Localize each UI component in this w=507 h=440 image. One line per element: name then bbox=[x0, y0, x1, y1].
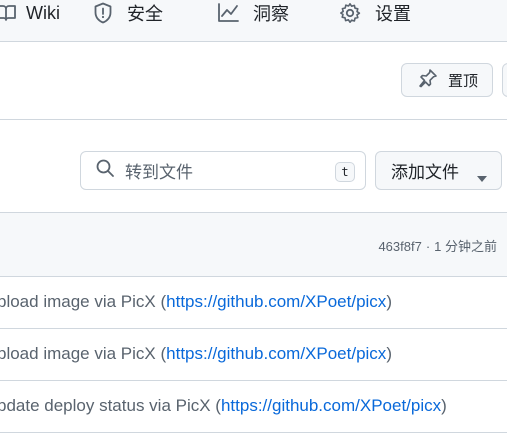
file-row[interactable]: pload image via PicX (https://github.com… bbox=[0, 277, 507, 329]
go-to-file-placeholder: 转到文件 bbox=[125, 163, 193, 182]
nav-tab-insights[interactable]: 洞察 bbox=[217, 0, 289, 26]
go-to-file-input[interactable]: 转到文件 t bbox=[80, 151, 366, 190]
commit-relative-time: 1 分钟之前 bbox=[434, 239, 497, 254]
repo-nav: Wiki 安全 洞察 设置 bbox=[0, 0, 507, 42]
file-row[interactable]: pload image via PicX (https://github.com… bbox=[0, 329, 507, 381]
nav-tab-security[interactable]: 安全 bbox=[93, 0, 163, 26]
nav-tab-wiki-label: Wiki bbox=[26, 2, 60, 23]
pin-icon bbox=[418, 68, 438, 92]
graph-icon bbox=[217, 3, 239, 23]
pin-button-label: 置顶 bbox=[448, 72, 479, 90]
repo-header-actions: 置顶 bbox=[0, 42, 507, 120]
commit-message[interactable]: pload image via PicX (https://github.com… bbox=[0, 292, 392, 312]
nav-tab-insights-label: 洞察 bbox=[253, 4, 289, 24]
latest-commit-meta: 463f8f7 · 1 分钟之前 bbox=[378, 236, 497, 255]
search-icon bbox=[95, 158, 115, 183]
commit-message-text: pload image via PicX ( bbox=[0, 344, 167, 363]
commit-message-text: pdate deploy status via PicX ( bbox=[0, 396, 221, 415]
commit-message[interactable]: pload image via PicX (https://github.com… bbox=[0, 344, 392, 364]
file-row[interactable]: pdate deploy status via PicX (https://gi… bbox=[0, 381, 507, 433]
nav-tab-wiki[interactable]: Wiki bbox=[0, 0, 60, 26]
commit-message-link[interactable]: https://github.com/XPoet/picx bbox=[166, 344, 386, 363]
book-icon bbox=[0, 4, 16, 22]
commit-hash-link[interactable]: 463f8f7 bbox=[378, 239, 421, 254]
latest-commit-bar: 463f8f7 · 1 分钟之前 bbox=[0, 212, 507, 277]
add-file-button[interactable]: 添加文件 bbox=[375, 151, 502, 190]
nav-tab-settings-label: 设置 bbox=[375, 4, 411, 24]
commit-message-suffix: ) bbox=[386, 292, 392, 311]
gear-icon bbox=[339, 2, 361, 24]
commit-message[interactable]: pdate deploy status via PicX (https://gi… bbox=[0, 396, 447, 416]
shield-icon bbox=[93, 2, 113, 24]
commit-message-text: pload image via PicX ( bbox=[0, 292, 167, 311]
commit-message-link[interactable]: https://github.com/XPoet/picx bbox=[166, 292, 386, 311]
search-shortcut-key: t bbox=[335, 162, 355, 182]
nav-tab-security-label: 安全 bbox=[127, 4, 163, 24]
chevron-down-icon bbox=[477, 167, 487, 187]
add-file-label: 添加文件 bbox=[391, 163, 459, 182]
pin-button[interactable]: 置顶 bbox=[401, 63, 493, 97]
commit-message-suffix: ) bbox=[441, 396, 447, 415]
nav-tab-settings[interactable]: 设置 bbox=[339, 0, 411, 26]
commit-message-suffix: ) bbox=[386, 344, 392, 363]
commit-meta-separator: · bbox=[425, 239, 431, 254]
commit-message-link[interactable]: https://github.com/XPoet/picx bbox=[221, 396, 441, 415]
next-action-button[interactable] bbox=[502, 63, 507, 97]
